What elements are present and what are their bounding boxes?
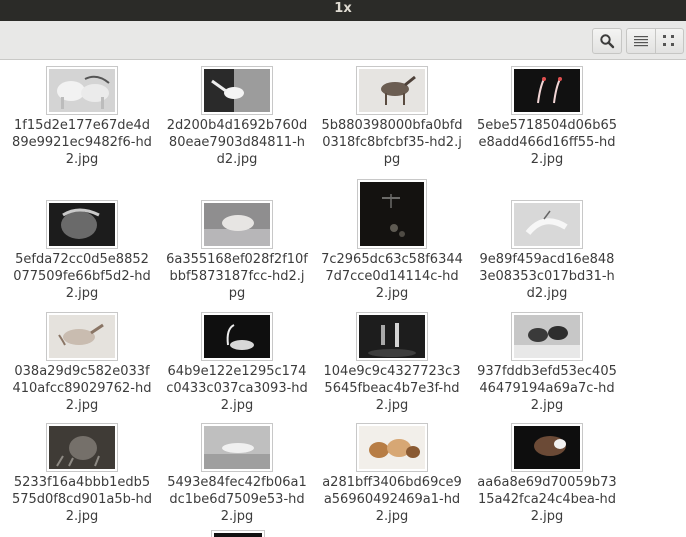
thumbnail-animal-grass-icon — [49, 426, 115, 469]
thumbnail-horse-running-icon — [204, 426, 270, 469]
window-title: 1x — [0, 0, 686, 21]
thumbnail-figures-icon — [359, 315, 425, 358]
view-switcher — [626, 28, 684, 54]
file-name: 5493e84fec42fb06a1dc1be6d7509e53-hd2.jpg — [167, 475, 307, 524]
thumbnail-horses-icon — [49, 69, 115, 112]
file-thumbnail — [46, 423, 118, 472]
file-name: 104e9c9c4327723c35645fbeac4b7e3f-hd2.jpg — [323, 364, 461, 413]
file-grid: 1f15d2e177e67de4d89e9921ec9482f6-hd2.jpg… — [0, 60, 686, 537]
file-name: 2d200b4d1692b760d80eae7903d84811-hd2.jpg — [166, 118, 308, 167]
list-view-button[interactable] — [627, 29, 655, 53]
toolbar — [0, 21, 686, 60]
file-name: 5b880398000bfa0bfd0318fc8bfcbf35-hd2.jpg — [321, 118, 463, 167]
file-item[interactable]: 038a29d9c582e033f410afcc89029762-hd2.jpg — [7, 312, 157, 414]
file-thumbnail — [356, 312, 428, 361]
file-item[interactable]: 104e9c9c4327723c35645fbeac4b7e3f-hd2.jpg — [317, 312, 467, 414]
file-item[interactable]: 9e89f459acd16e8483e08353c017bd31-hd2.jpg — [472, 200, 622, 302]
thumbnail-horse-brown-icon — [49, 315, 115, 358]
thumbnail-flamingos-icon — [514, 69, 580, 112]
thumbnail-horses-water-icon — [514, 315, 580, 358]
list-view-icon — [633, 36, 648, 47]
file-item[interactable]: 5493e84fec42fb06a1dc1be6d7509e53-hd2.jpg — [162, 423, 312, 525]
file-name: 64b9e122e1295c174c0433c037ca3093-hd2.jpg — [166, 364, 308, 413]
thumbnail-horse-head-icon — [514, 426, 580, 469]
file-name: 9e89f459acd16e8483e08353c017bd31-hd2.jpg — [479, 252, 615, 301]
search-icon — [600, 34, 615, 49]
file-name: 1f15d2e177e67de4d89e9921ec9482f6-hd2.jpg — [12, 118, 152, 167]
file-name: 5233f16a4bbb1edb5575d0f8cd901a5b-hd2.jpg — [11, 475, 153, 524]
file-thumbnail — [201, 423, 273, 472]
file-item[interactable]: 5b880398000bfa0bfd0318fc8bfcbf35-hd2.jpg — [317, 66, 467, 168]
thumbnail-swan-icon — [514, 203, 580, 246]
file-name: 5efda72cc0d5e8852077509fe66bf5d2-hd2.jpg — [13, 252, 151, 301]
thumbnail-horses-herd-icon — [359, 426, 425, 469]
thumbnail-horse-dark-icon — [49, 203, 115, 246]
file-item[interactable]: 5efda72cc0d5e8852077509fe66bf5d2-hd2.jpg — [7, 200, 157, 302]
file-name: a281bff3406bd69ce9a56960492469a1-hd2.jpg — [322, 475, 462, 524]
file-item[interactable]: 5ebe5718504d06b65e8add466d16ff55-hd2.jpg — [472, 66, 622, 168]
file-item[interactable]: 5233f16a4bbb1edb5575d0f8cd901a5b-hd2.jpg — [7, 423, 157, 525]
file-item[interactable]: 7c2965dc63c58f63447d7cce0d14114c-hd2.jpg — [317, 179, 467, 302]
grid-view-button[interactable] — [654, 29, 684, 53]
file-thumbnail — [357, 179, 427, 249]
file-item[interactable]: 937fddb3efd53ec40546479194a69a7c-hd2.jpg — [472, 312, 622, 414]
file-item[interactable]: 6a355168ef028f2f10fbbf5873187fcc-hd2.jpg — [162, 200, 312, 302]
file-thumbnail — [356, 66, 428, 115]
file-name: 038a29d9c582e033f410afcc89029762-hd2.jpg — [12, 364, 152, 413]
file-item[interactable]: aa6a8e69d70059b7315a42fca24c4bea-hd2.jpg — [472, 423, 622, 525]
thumbnail-bird-icon — [204, 69, 270, 112]
file-thumbnail — [201, 312, 273, 361]
file-item[interactable]: 2d200b4d1692b760d80eae7903d84811-hd2.jpg — [162, 66, 312, 168]
file-thumbnail — [46, 66, 118, 115]
thumbnail-flamingo-icon — [204, 315, 270, 358]
file-thumbnail — [46, 200, 118, 249]
file-thumbnail-partial[interactable] — [211, 530, 265, 537]
file-thumbnail — [511, 423, 583, 472]
file-name: 7c2965dc63c58f63447d7cce0d14114c-hd2.jpg — [321, 252, 463, 301]
file-thumbnail — [201, 200, 273, 249]
file-thumbnail — [356, 423, 428, 472]
thumbnail-horse-mist-icon — [204, 203, 270, 246]
file-thumbnail — [511, 200, 583, 249]
grid-view-icon — [663, 35, 675, 46]
file-name: 6a355168ef028f2f10fbbf5873187fcc-hd2.jpg — [166, 252, 308, 301]
file-item[interactable]: a281bff3406bd69ce9a56960492469a1-hd2.jpg — [317, 423, 467, 525]
file-thumbnail — [511, 312, 583, 361]
file-thumbnail — [46, 312, 118, 361]
search-button[interactable] — [592, 28, 622, 54]
file-name: 5ebe5718504d06b65e8add466d16ff55-hd2.jpg — [476, 118, 617, 167]
thumbnail-horse-icon — [359, 69, 425, 112]
file-thumbnail — [201, 66, 273, 115]
file-item[interactable]: 64b9e122e1295c174c0433c037ca3093-hd2.jpg — [162, 312, 312, 414]
file-name: 937fddb3efd53ec40546479194a69a7c-hd2.jpg — [477, 364, 617, 413]
file-name: aa6a8e69d70059b7315a42fca24c4bea-hd2.jpg — [477, 475, 617, 524]
thumbnail-dragonfly-icon — [360, 182, 424, 246]
thumbnail-partial-image — [214, 533, 262, 537]
file-thumbnail — [511, 66, 583, 115]
file-item[interactable]: 1f15d2e177e67de4d89e9921ec9482f6-hd2.jpg — [7, 66, 157, 168]
